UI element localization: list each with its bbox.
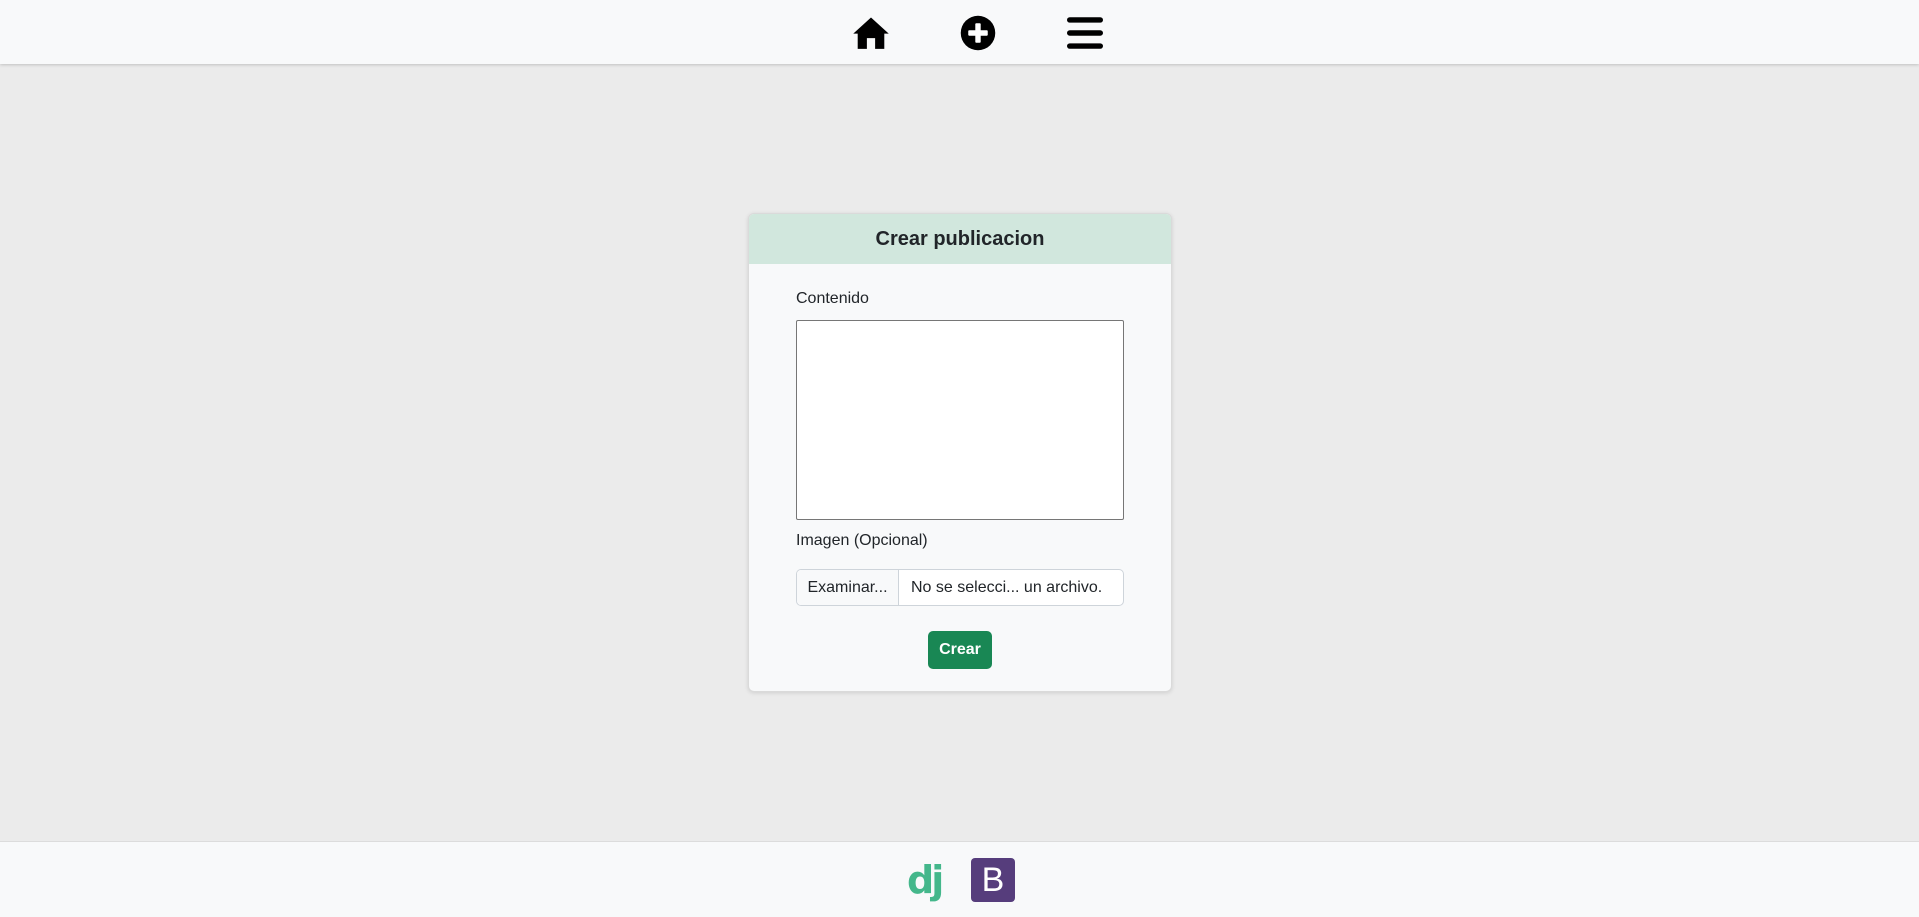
create-post-card: Crear publicacion Contenido Imagen (Opci… [748, 213, 1172, 692]
card-title: Crear publicacion [749, 214, 1171, 264]
create-button[interactable]: Crear [928, 631, 992, 669]
django-logo[interactable]: dj [907, 858, 945, 902]
content-label: Contenido [796, 290, 869, 307]
plus-circle-icon[interactable] [956, 11, 1000, 55]
home-icon[interactable] [849, 11, 893, 55]
bootstrap-logo[interactable]: B [971, 858, 1015, 902]
footer-logo-group: dj B [904, 857, 1015, 902]
nav-icon-group [813, 9, 1107, 55]
submit-wrapper: Crear [796, 631, 1124, 669]
top-navbar [0, 0, 1919, 64]
content-textarea[interactable] [796, 320, 1124, 520]
browse-button[interactable]: Examinar... [797, 570, 899, 605]
image-file-input[interactable]: Examinar... No se selecci... un archivo. [796, 569, 1124, 606]
footer: dj B [0, 841, 1919, 917]
create-post-form: Contenido Imagen (Opcional) Examinar... … [749, 264, 1171, 669]
image-label: Imagen (Opcional) [796, 532, 928, 549]
menu-icon[interactable] [1063, 11, 1107, 55]
file-status-text: No se selecci... un archivo. [911, 578, 1103, 596]
